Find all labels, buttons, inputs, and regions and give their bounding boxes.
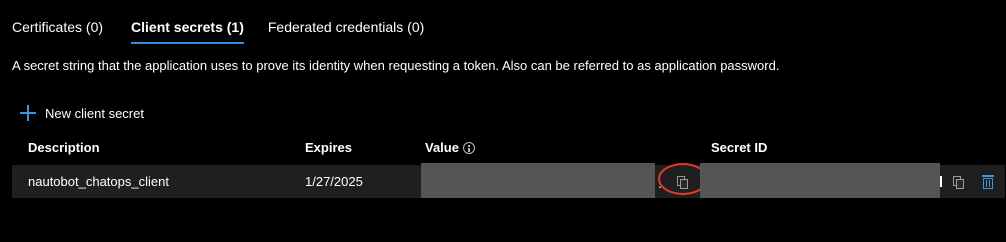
column-header-expires: Expires bbox=[305, 140, 352, 155]
trash-icon[interactable] bbox=[982, 175, 994, 189]
plus-icon bbox=[20, 105, 36, 121]
info-icon[interactable] bbox=[462, 142, 475, 154]
new-client-secret-label: New client secret bbox=[45, 105, 144, 121]
column-header-secret-id: Secret ID bbox=[711, 140, 768, 155]
column-header-value: Value bbox=[425, 140, 475, 156]
secret-id-masked bbox=[700, 163, 940, 198]
copy-secret-id-icon[interactable] bbox=[953, 176, 964, 189]
tab-certificates[interactable]: Certificates (0) bbox=[12, 0, 103, 46]
tab-client-secrets[interactable]: Client secrets (1) bbox=[131, 0, 244, 46]
secret-value-masked bbox=[421, 163, 655, 198]
tab-federated-credentials[interactable]: Federated credentials (0) bbox=[268, 0, 424, 46]
tab-bar: Certificates (0) Client secrets (1) Fede… bbox=[12, 0, 424, 46]
secret-expires-cell: 1/27/2025 bbox=[305, 174, 363, 189]
column-header-description: Description bbox=[28, 140, 100, 155]
new-client-secret-button[interactable]: New client secret bbox=[20, 103, 144, 123]
secret-id-truncated-mark bbox=[940, 176, 942, 187]
secret-description-cell: nautobot_chatops_client bbox=[28, 174, 169, 189]
secrets-description: A secret string that the application use… bbox=[12, 58, 780, 73]
column-header-value-label: Value bbox=[425, 140, 459, 155]
